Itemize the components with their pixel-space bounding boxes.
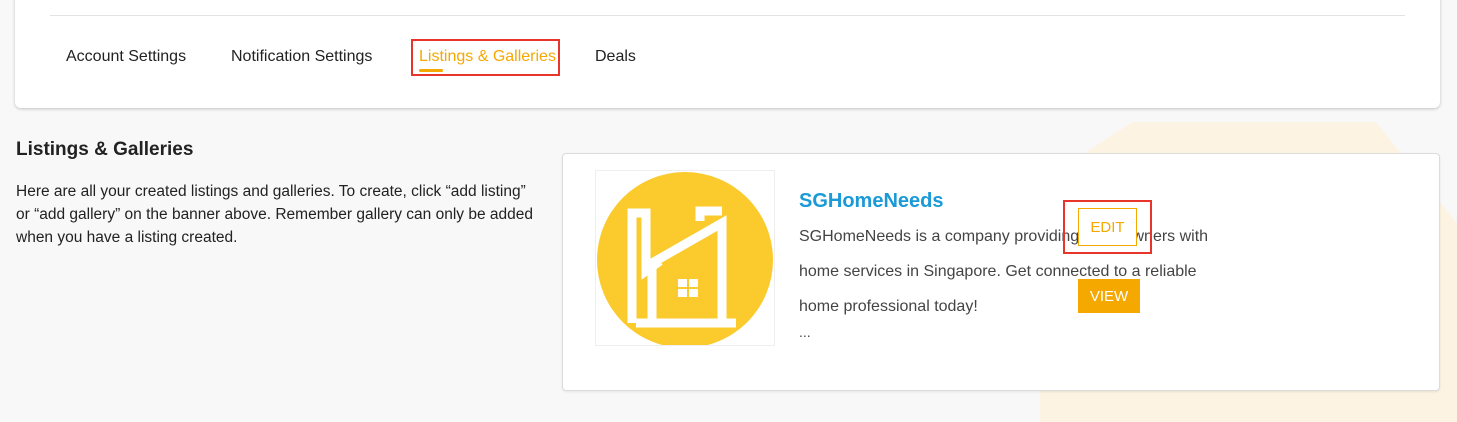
tab-notification-settings[interactable]: Notification Settings	[231, 48, 372, 66]
settings-nav-card: Account Settings Notification Settings L…	[15, 0, 1440, 108]
house-logo-icon	[597, 172, 773, 345]
divider	[50, 15, 1405, 16]
listing-logo	[595, 170, 775, 346]
tab-deals[interactable]: Deals	[595, 48, 636, 66]
listing-card: SGHomeNeeds SGHomeNeeds is a company pro…	[562, 153, 1440, 391]
tab-account-settings[interactable]: Account Settings	[66, 48, 186, 66]
listing-more-ellipsis: ...	[799, 324, 811, 340]
listing-description: SGHomeNeeds is a company providing homeo…	[799, 228, 1209, 315]
listing-title-link[interactable]: SGHomeNeeds	[799, 190, 944, 213]
view-button[interactable]: VIEW	[1078, 279, 1140, 313]
section-description: Here are all your created listings and g…	[16, 183, 533, 246]
edit-highlight-box	[1063, 200, 1152, 254]
page-title: Listings & Galleries	[16, 139, 194, 160]
tab-highlight-box	[411, 39, 560, 76]
